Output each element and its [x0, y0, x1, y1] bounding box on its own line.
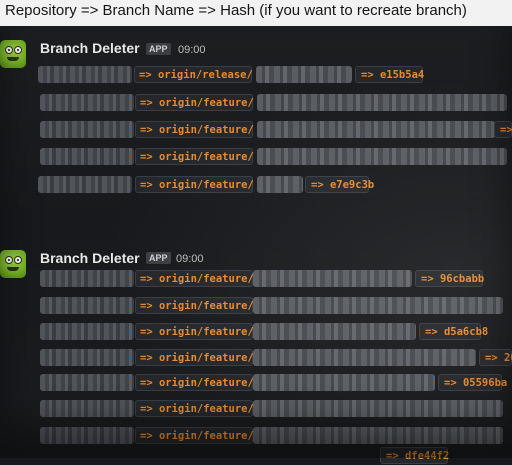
repository-name-redacted — [40, 349, 134, 366]
commit-hash: => 05596ba — [438, 374, 507, 391]
repository-name-redacted — [40, 374, 134, 391]
avatar-mouth — [7, 57, 19, 61]
message-timestamp: 09:00 — [178, 44, 206, 56]
repository-name-redacted — [40, 121, 134, 138]
branch-line: => origin/feature/ => d5a6cb8 — [0, 323, 512, 340]
branch-name-redacted — [253, 400, 503, 417]
bot-avatar[interactable] — [0, 40, 26, 68]
branch-name-redacted — [257, 94, 507, 111]
branch-name-redacted — [253, 270, 412, 287]
chat-screen — [0, 26, 512, 458]
branch-name-redacted — [253, 427, 503, 444]
branch-path: => origin/feature/ — [135, 400, 254, 417]
branch-name-redacted — [257, 121, 495, 138]
branch-line: => origin/feature/ => e7e9c3b — [0, 176, 512, 193]
branch-path: => origin/feature/ — [135, 297, 254, 314]
branch-path: => origin/feature/ — [135, 270, 254, 287]
branch-line: => origin/feature/ — [0, 297, 512, 314]
branch-path: => origin/feature/ — [135, 323, 254, 340]
branch-path: => origin/feature/ — [135, 427, 254, 444]
branch-path: => origin/feature/ — [135, 94, 254, 111]
sender-name[interactable]: Branch Deleter — [40, 250, 140, 266]
branch-path: => origin/feature/ — [135, 148, 254, 165]
repository-name-redacted — [40, 148, 134, 165]
branch-path: => origin/feature/ — [135, 349, 254, 366]
branch-line: => origin/feature/ => 96cbabb — [0, 270, 512, 287]
commit-hash: => e7e9c3b — [305, 176, 374, 193]
branch-line: => origin/feature/ => — [0, 121, 512, 138]
branch-name-redacted — [253, 349, 476, 366]
branch-name-redacted — [257, 148, 507, 165]
repository-name-redacted — [40, 297, 134, 314]
repository-name-redacted — [38, 176, 132, 193]
repository-name-redacted — [38, 66, 132, 83]
avatar-eye-left — [5, 256, 13, 264]
caption-bar: Repository => Branch Name => Hash (if yo… — [0, 0, 512, 26]
app-badge: APP — [146, 252, 171, 264]
commit-hash: => d5a6cb8 — [419, 323, 488, 340]
branch-path: => origin/release/ — [134, 66, 253, 83]
branch-path: => origin/feature/ — [135, 374, 254, 391]
avatar-eye-left — [5, 46, 13, 54]
branch-line: => origin/feature/ => 05596ba — [0, 374, 512, 391]
commit-hash: => dfe44f2 — [380, 447, 449, 464]
branch-name-redacted — [253, 297, 503, 314]
branch-line: => origin/release/ => e15b5a4 — [0, 66, 512, 83]
branch-name-redacted — [257, 176, 303, 193]
branch-line: => origin/feature/ => 20 — [0, 349, 512, 366]
branch-path: => origin/feature/ — [135, 176, 254, 193]
branch-line: => origin/feature/ — [0, 94, 512, 111]
branch-line: => origin/feature/ — [0, 427, 512, 444]
repository-name-redacted — [40, 323, 134, 340]
commit-hash: => 96cbabb — [415, 270, 484, 287]
commit-hash: => — [494, 121, 512, 138]
app-badge: APP — [146, 43, 171, 55]
branch-line: => origin/feature/ — [0, 400, 512, 417]
repository-name-redacted — [40, 427, 134, 444]
branch-name-redacted — [253, 374, 435, 391]
commit-hash: => 20 — [479, 349, 512, 366]
commit-hash: => e15b5a4 — [355, 66, 424, 83]
caption-text: Repository => Branch Name => Hash (if yo… — [5, 2, 467, 19]
message-timestamp: 09:00 — [176, 253, 204, 265]
repository-name-redacted — [40, 94, 134, 111]
sender-name[interactable]: Branch Deleter — [40, 40, 140, 56]
branch-name-redacted — [253, 323, 416, 340]
branch-name-redacted — [256, 66, 352, 83]
branch-line: => dfe44f2 — [0, 447, 512, 464]
branch-path: => origin/feature/ — [135, 121, 254, 138]
branch-line: => origin/feature/ — [0, 148, 512, 165]
repository-name-redacted — [40, 400, 134, 417]
avatar-eye-right — [14, 46, 22, 54]
repository-name-redacted — [40, 270, 134, 287]
avatar-eye-right — [14, 256, 22, 264]
